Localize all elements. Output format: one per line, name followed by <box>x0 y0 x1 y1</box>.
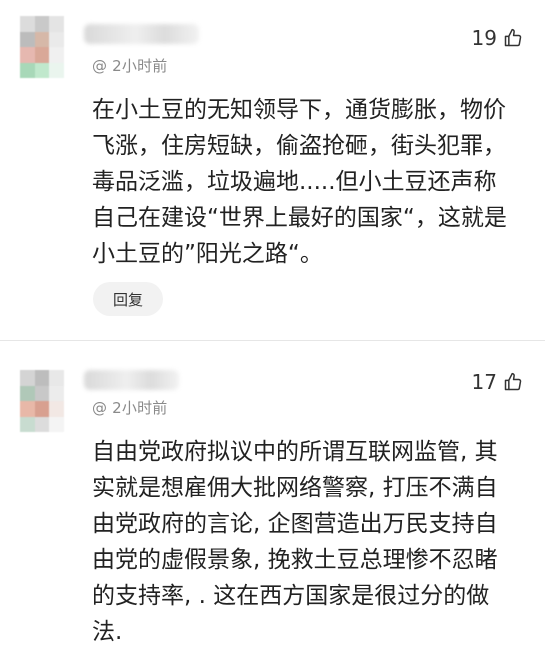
like-count: 19 <box>471 26 497 50</box>
avatar-tile <box>20 47 35 63</box>
avatar-tile <box>49 31 64 47</box>
timestamp: @ 2小时前 <box>92 57 168 75</box>
thumbs-up-icon <box>504 28 522 47</box>
avatar-tile <box>34 370 50 386</box>
username-blurred[interactable] <box>84 370 179 390</box>
avatar-tile <box>49 62 64 78</box>
avatar-tile <box>49 416 64 432</box>
avatar-tile <box>20 416 35 432</box>
avatar-tile <box>34 416 50 432</box>
avatar[interactable] <box>20 16 64 78</box>
comment-1: @ 2小时前 19 在小土豆的无知领导下，通货膨胀，物价 飞涨，住房短缺，偷盗抢… <box>0 0 545 330</box>
divider <box>0 340 545 341</box>
avatar-tile <box>49 370 64 386</box>
avatar-tile <box>20 370 35 386</box>
username-blurred[interactable] <box>84 24 199 44</box>
avatar-tile <box>20 401 35 417</box>
like-button[interactable]: 17 <box>472 370 523 394</box>
avatar-tile <box>34 62 50 78</box>
avatar-tile <box>20 16 35 32</box>
avatar-tile <box>34 385 50 401</box>
reply-button[interactable]: 回复 <box>93 282 163 316</box>
avatar-tile <box>49 47 64 63</box>
timestamp: @ 2小时前 <box>92 399 168 417</box>
comment-text: 在小土豆的无知领导下，通货膨胀，物价 飞涨，住房短缺，偷盗抢砸，街头犯罪， 毒品… <box>92 97 507 267</box>
avatar-tile <box>49 16 64 32</box>
comment-2: @ 2小时前 17 自由党政府拟议中的所谓互联网监管, 其 实就是想雇佣大批网络… <box>0 352 545 656</box>
avatar-tile <box>49 401 64 417</box>
like-count: 17 <box>471 370 497 394</box>
avatar-tile <box>34 16 50 32</box>
like-button[interactable]: 19 <box>472 26 523 50</box>
avatar-tile <box>34 401 50 417</box>
comment-text: 自由党政府拟议中的所谓互联网监管, 其 实就是想雇佣大批网络警察, 打压不满自 … <box>92 439 498 645</box>
avatar-tile <box>20 62 35 78</box>
avatar-tile <box>34 31 50 47</box>
avatar[interactable] <box>20 370 64 432</box>
avatar-tile <box>49 385 64 401</box>
avatar-tile <box>20 31 35 47</box>
avatar-tile <box>20 385 35 401</box>
thumbs-up-icon <box>504 372 522 391</box>
avatar-tile <box>34 47 50 63</box>
